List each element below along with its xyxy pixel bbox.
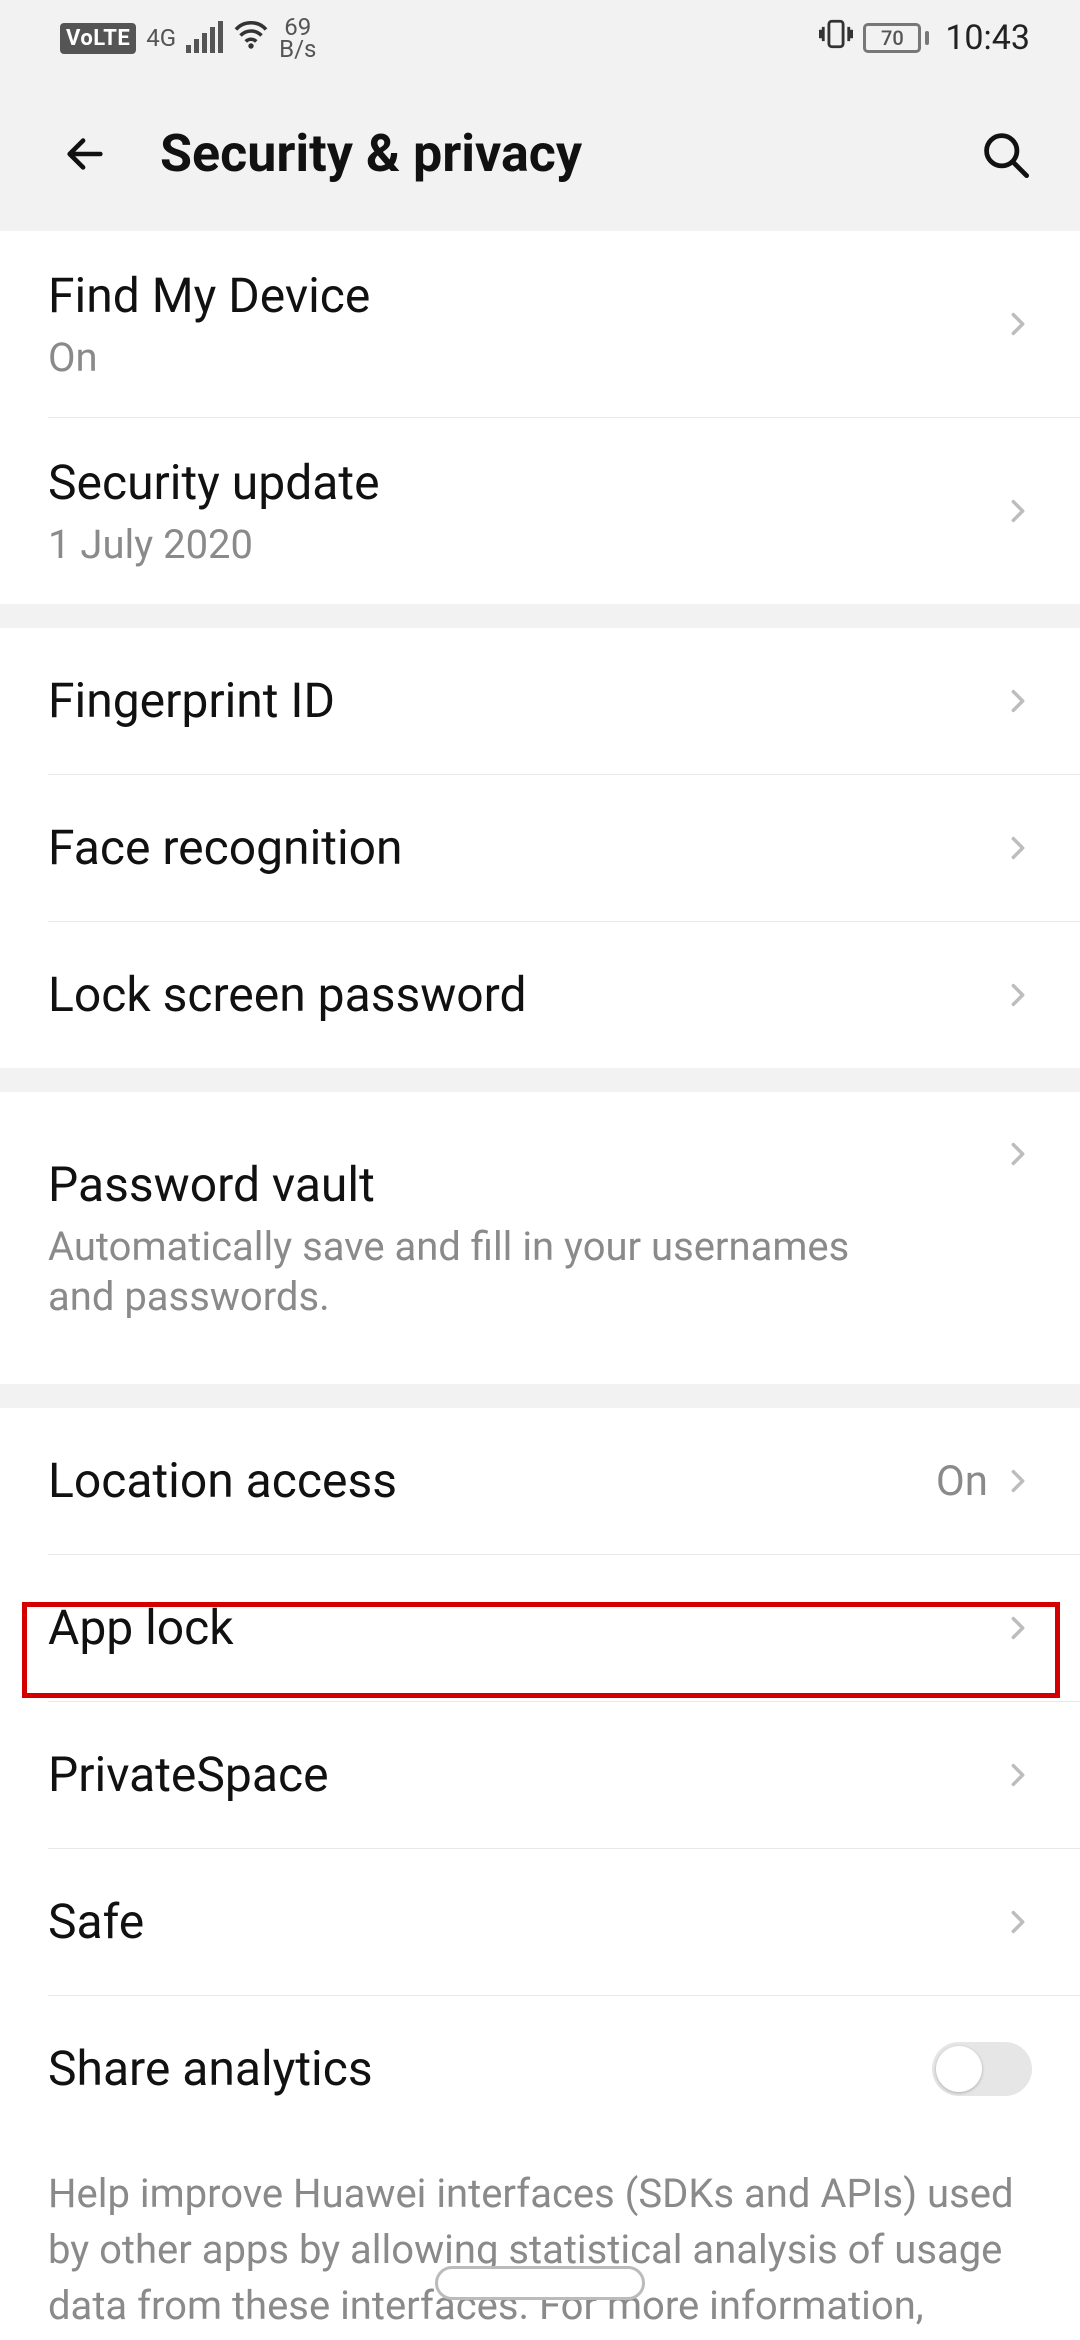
group-device: Find My Device On Security update 1 July… — [0, 231, 1080, 604]
find-my-device-status: On — [48, 333, 1004, 383]
location-value: On — [936, 1457, 988, 1506]
row-password-vault[interactable]: Password vault Automatically save and fi… — [0, 1092, 1080, 1384]
search-icon — [979, 128, 1031, 180]
group-gap — [0, 1384, 1080, 1408]
row-app-lock[interactable]: App lock — [0, 1555, 1080, 1701]
share-analytics-title: Share analytics — [48, 2038, 932, 2100]
vibrate-icon — [819, 17, 853, 59]
lock-pw-title: Lock screen password — [48, 964, 1004, 1026]
chevron-right-icon — [1004, 1614, 1032, 1642]
status-left: VoLTE 4G 69 B/s — [60, 16, 316, 60]
status-bar: VoLTE 4G 69 B/s 70 10:43 — [0, 0, 1080, 76]
back-arrow-icon — [62, 131, 108, 177]
group-gap — [0, 1068, 1080, 1092]
security-update-date: 1 July 2020 — [48, 520, 1004, 570]
chevron-right-icon — [1004, 687, 1032, 715]
row-security-update[interactable]: Security update 1 July 2020 — [0, 418, 1080, 604]
face-title: Face recognition — [48, 817, 1004, 879]
password-vault-title: Password vault — [48, 1154, 1004, 1216]
page-title: Security & privacy — [160, 123, 970, 184]
share-analytics-description: Help improve Huawei interfaces (SDKs and… — [0, 2142, 1080, 2340]
gesture-nav-pill[interactable] — [435, 2266, 645, 2300]
share-analytics-toggle[interactable] — [932, 2042, 1032, 2096]
app-header: Security & privacy — [0, 76, 1080, 231]
row-private-space[interactable]: PrivateSpace — [0, 1702, 1080, 1848]
signal-icon — [186, 23, 223, 53]
chevron-right-icon — [1004, 1761, 1032, 1789]
chevron-right-icon — [1004, 834, 1032, 862]
row-face-recognition[interactable]: Face recognition — [0, 775, 1080, 921]
wifi-icon — [233, 19, 269, 57]
search-button[interactable] — [970, 119, 1040, 189]
group-gap — [0, 604, 1080, 628]
network-type: 4G — [146, 27, 176, 49]
location-title: Location access — [48, 1450, 936, 1512]
row-location-access[interactable]: Location access On — [0, 1408, 1080, 1554]
app-lock-title: App lock — [48, 1597, 1004, 1659]
security-update-title: Security update — [48, 452, 1004, 514]
volte-indicator: VoLTE — [60, 23, 136, 54]
chevron-right-icon — [1004, 310, 1032, 338]
safe-title: Safe — [48, 1891, 1004, 1953]
fingerprint-title: Fingerprint ID — [48, 670, 1004, 732]
chevron-right-icon — [1004, 1908, 1032, 1936]
private-space-title: PrivateSpace — [48, 1744, 1004, 1806]
back-button[interactable] — [50, 119, 120, 189]
chevron-right-icon — [1004, 1467, 1032, 1495]
chevron-right-icon — [1004, 497, 1032, 525]
chevron-right-icon — [1004, 981, 1032, 1009]
network-speed: 69 B/s — [279, 16, 316, 60]
password-vault-sub: Automatically save and fill in your user… — [48, 1222, 908, 1322]
row-find-my-device[interactable]: Find My Device On — [0, 231, 1080, 417]
chevron-right-icon — [1004, 1140, 1032, 1168]
row-share-analytics[interactable]: Share analytics — [0, 1996, 1080, 2142]
status-right: 70 10:43 — [819, 17, 1030, 59]
row-safe[interactable]: Safe — [0, 1849, 1080, 1995]
row-fingerprint-id[interactable]: Fingerprint ID — [0, 628, 1080, 774]
group-privacy: Location access On App lock PrivateSpace… — [0, 1408, 1080, 2340]
group-password-vault: Password vault Automatically save and fi… — [0, 1092, 1080, 1384]
clock: 10:43 — [945, 18, 1030, 58]
group-biometrics: Fingerprint ID Face recognition Lock scr… — [0, 628, 1080, 1068]
row-lock-screen-password[interactable]: Lock screen password — [0, 922, 1080, 1068]
battery-indicator: 70 — [863, 23, 929, 53]
find-my-device-title: Find My Device — [48, 265, 1004, 327]
